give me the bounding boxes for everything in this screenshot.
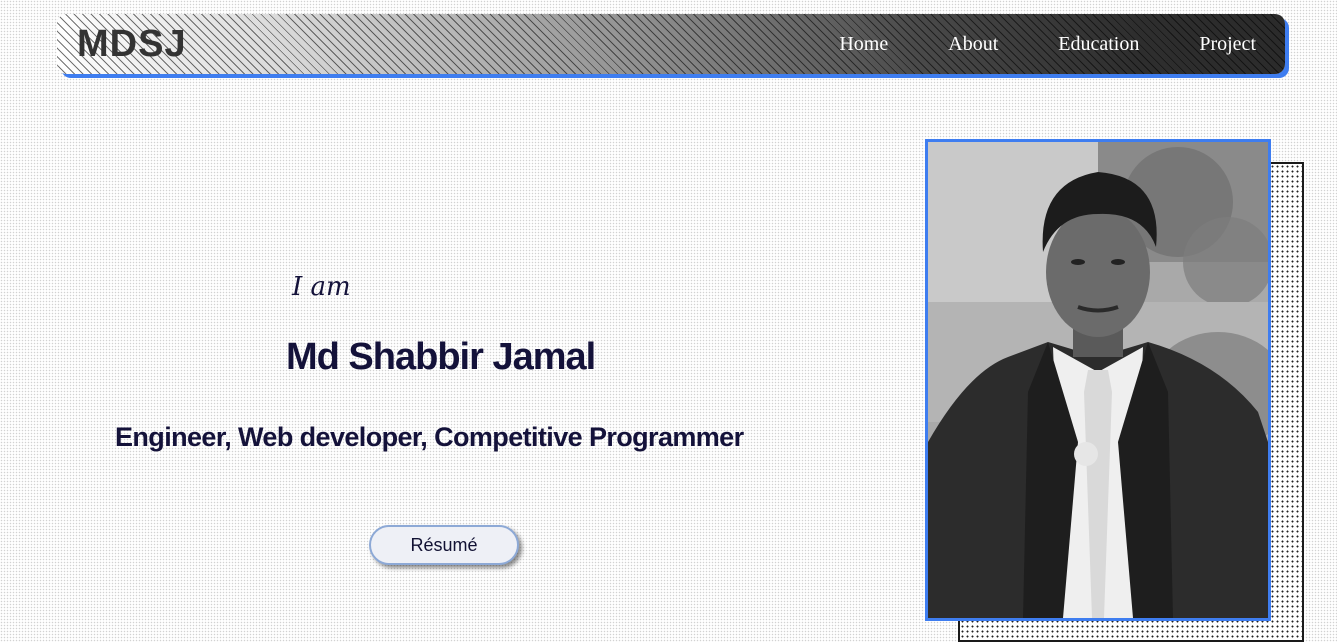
hero-greeting: I am — [292, 272, 351, 302]
hero-name: Md Shabbir Jamal — [286, 336, 596, 378]
nav-link-home[interactable]: Home — [839, 33, 888, 56]
nav-link-project[interactable]: Project — [1199, 33, 1256, 56]
navbar: MDSJ Home About Education Project — [57, 14, 1285, 74]
profile-photo — [925, 139, 1271, 621]
brand-logo[interactable]: MDSJ — [77, 21, 187, 67]
hero-roles: Engineer, Web developer, Competitive Pro… — [115, 422, 744, 452]
portrait-illustration — [928, 142, 1268, 618]
resume-button[interactable]: Résumé — [369, 525, 519, 565]
nav-link-education[interactable]: Education — [1058, 33, 1139, 56]
nav-link-about[interactable]: About — [948, 33, 998, 56]
nav-links: Home About Education Project — [839, 14, 1285, 74]
